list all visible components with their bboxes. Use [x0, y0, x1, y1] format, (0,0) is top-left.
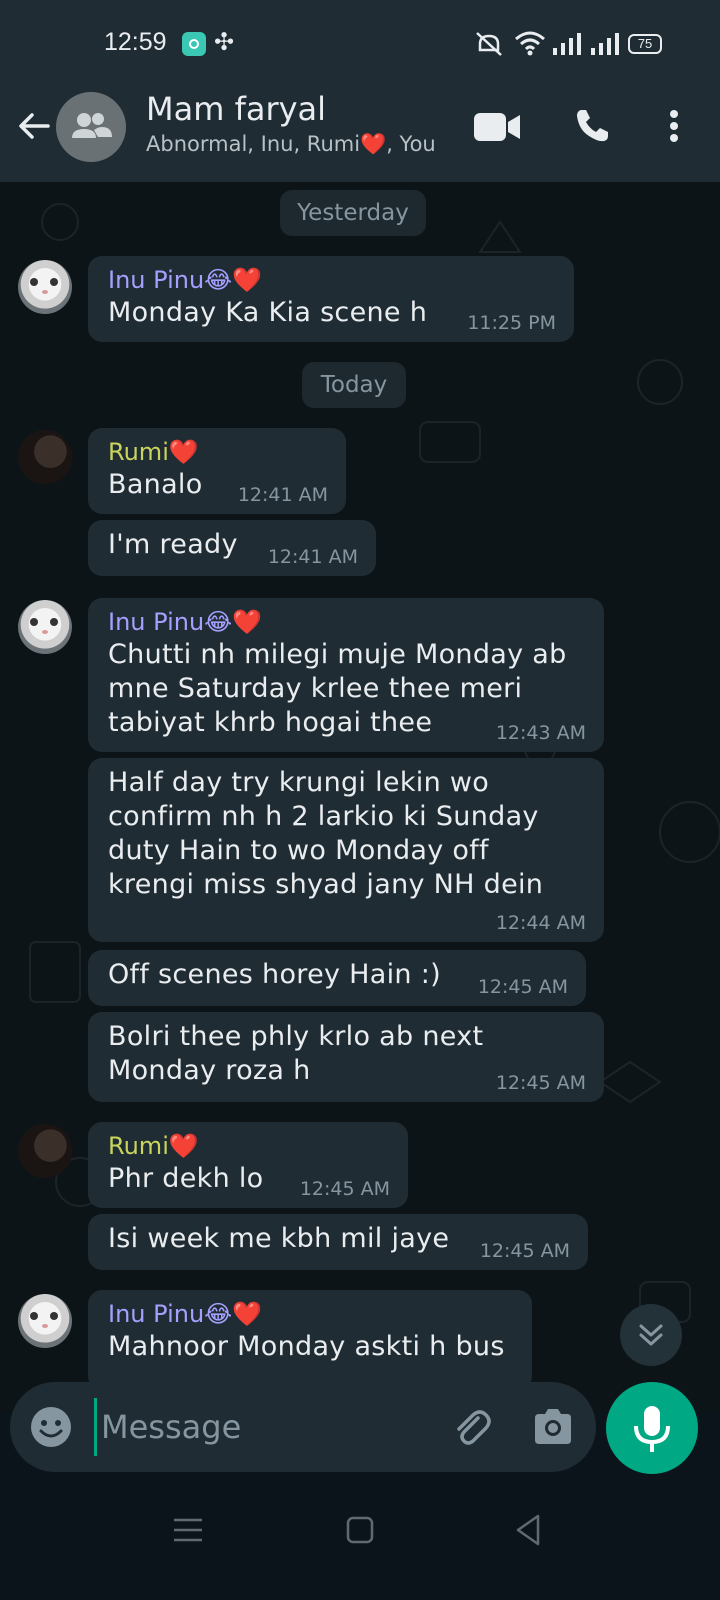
battery-icon: 75 — [628, 34, 662, 54]
avatar[interactable] — [18, 430, 72, 484]
message-time: 12:45 AM — [477, 976, 568, 998]
avatar[interactable] — [18, 600, 72, 654]
menu-icon[interactable] — [168, 1510, 208, 1550]
message-sender: Inu Pinu😂❤️ — [108, 266, 263, 294]
message-bubble[interactable]: Isi week me kbh mil jaye 12:45 AM — [88, 1214, 588, 1270]
avatar[interactable] — [18, 1124, 72, 1178]
system-navigation-bar — [0, 1480, 720, 1600]
date-chip-yesterday: Yesterday — [280, 190, 426, 236]
microphone-button[interactable] — [606, 1382, 698, 1474]
video-camera-icon[interactable] — [472, 110, 522, 144]
message-time: 12:44 AM — [495, 912, 586, 934]
wifi-icon — [515, 31, 545, 56]
pinwheel-icon: ✣ — [214, 28, 235, 56]
arrow-left-icon[interactable] — [14, 106, 54, 146]
status-bar: 12:59 ✣ 75 — [0, 0, 720, 88]
message-text: Bolri thee phly krlo ab next Monday roza… — [108, 1021, 484, 1086]
message-composer — [10, 1382, 596, 1472]
message-bubble[interactable]: Inu Pinu😂❤️ Monday Ka Kia scene h 11:25 … — [88, 256, 574, 342]
signal-icon-1 — [553, 33, 581, 55]
avatar[interactable] — [18, 260, 72, 314]
message-time: 12:45 AM — [299, 1178, 390, 1200]
message-bubble[interactable]: I'm ready 12:41 AM — [88, 520, 376, 576]
paperclip-icon[interactable] — [448, 1404, 494, 1450]
emoji-icon[interactable] — [28, 1404, 74, 1450]
more-vertical-icon[interactable] — [664, 106, 684, 146]
chat-header: Mam faryal Abnormal, Inu, Rumi❤️, You — [0, 88, 720, 182]
message-input[interactable] — [94, 1398, 424, 1456]
app-notification-icon — [182, 32, 206, 56]
message-sender: Rumi❤️ — [108, 1132, 199, 1160]
message-text: Mahnoor Monday askti h bus — [108, 1331, 505, 1362]
message-time: 12:41 AM — [267, 546, 358, 568]
message-sender: Rumi❤️ — [108, 438, 199, 466]
message-text: Half day try krungi lekin wo confirm nh … — [108, 767, 544, 900]
message-bubble[interactable]: Inu Pinu😂❤️ Chutti nh milegi muje Monday… — [88, 598, 604, 752]
message-bubble[interactable]: Inu Pinu😂❤️ Mahnoor Monday askti h bus — [88, 1290, 532, 1390]
message-bubble[interactable]: Off scenes horey Hain :) 12:45 AM — [88, 950, 586, 1006]
message-time: 11:25 PM — [467, 312, 556, 334]
message-time: 12:45 AM — [479, 1240, 570, 1262]
chat-title[interactable]: Mam faryal — [146, 90, 326, 128]
signal-icon-2 — [591, 33, 619, 55]
message-bubble[interactable]: Half day try krungi lekin wo confirm nh … — [88, 758, 604, 942]
date-chip-today: Today — [302, 362, 406, 408]
home-icon[interactable] — [340, 1510, 380, 1550]
message-bubble[interactable]: Bolri thee phly krlo ab next Monday roza… — [88, 1012, 604, 1102]
message-sender: Inu Pinu😂❤️ — [108, 608, 263, 636]
message-bubble[interactable]: Rumi❤️ Banalo 12:41 AM — [88, 428, 346, 514]
group-icon — [72, 113, 112, 138]
status-time: 12:59 — [104, 28, 167, 56]
scroll-to-bottom-button[interactable] — [620, 1304, 682, 1366]
message-bubble[interactable]: Rumi❤️ Phr dekh lo 12:45 AM — [88, 1122, 408, 1208]
message-time: 12:43 AM — [495, 722, 586, 744]
camera-icon[interactable] — [530, 1404, 576, 1450]
back-triangle-icon[interactable] — [508, 1510, 548, 1550]
message-time: 12:45 AM — [495, 1072, 586, 1094]
chat-participants[interactable]: Abnormal, Inu, Rumi❤️, You — [146, 132, 436, 157]
mute-icon — [476, 32, 502, 56]
avatar[interactable] — [18, 1294, 72, 1348]
group-avatar[interactable] — [56, 92, 126, 162]
chat-messages[interactable]: Yesterday Inu Pinu😂❤️ Monday Ka Kia scen… — [0, 182, 720, 1412]
message-time: 12:41 AM — [237, 484, 328, 506]
message-sender: Inu Pinu😂❤️ — [108, 1300, 263, 1328]
double-chevron-down-icon — [639, 1324, 663, 1346]
phone-icon[interactable] — [572, 106, 612, 146]
microphone-icon — [634, 1406, 670, 1452]
